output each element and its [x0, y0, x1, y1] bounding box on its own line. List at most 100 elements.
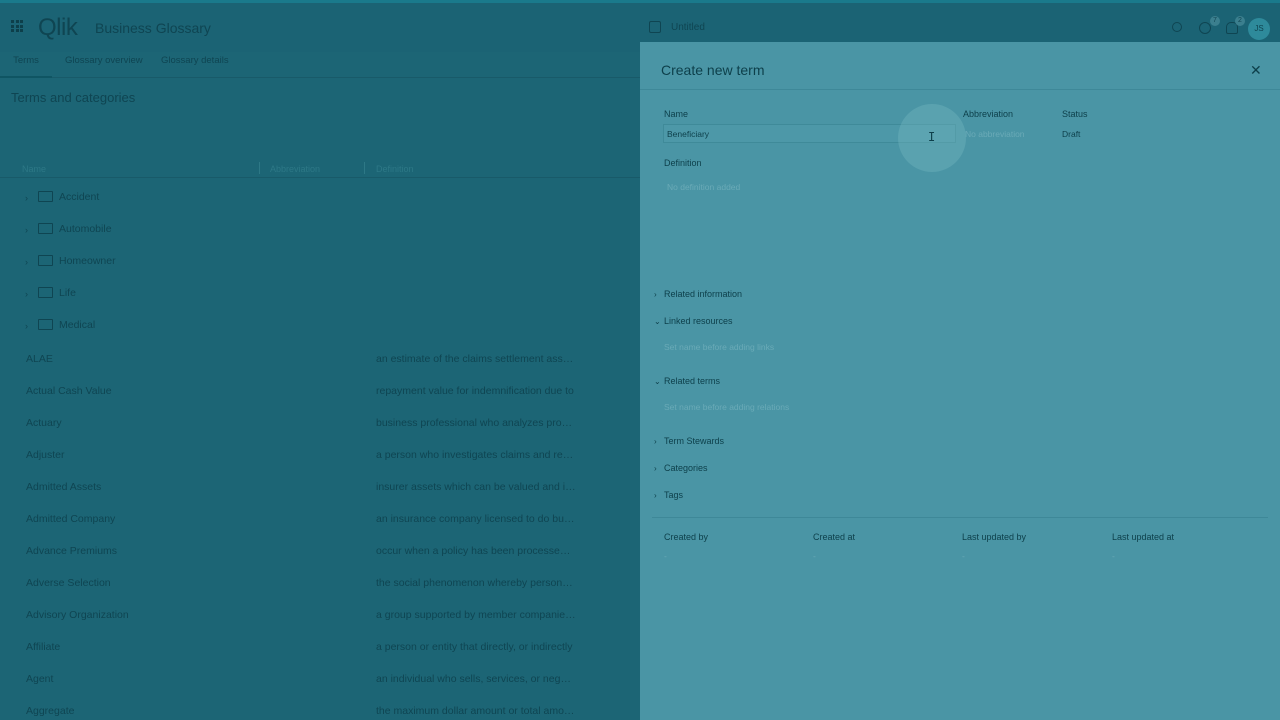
table-row[interactable]: Agent an individual who sells, services,…: [0, 664, 640, 696]
term-definition: occur when a policy has been processed, …: [376, 545, 576, 557]
term-definition: an estimate of the claims settlement ass…: [376, 353, 576, 365]
created-by-value: -: [664, 551, 667, 561]
column-resize-handle[interactable]: [259, 162, 260, 174]
linked-resources-hint: Set name before adding links: [664, 342, 775, 352]
folder-icon: [38, 287, 53, 298]
table-row[interactable]: Admitted Assets insurer assets which can…: [0, 472, 640, 504]
section-categories[interactable]: › Categories: [654, 463, 708, 473]
chevron-right-icon[interactable]: ›: [25, 321, 28, 331]
table-row[interactable]: ALAE an estimate of the claims settlemen…: [0, 344, 640, 376]
last-updated-at-label: Last updated at: [1112, 532, 1175, 542]
chevron-right-icon[interactable]: ›: [25, 225, 28, 235]
created-at-value: -: [813, 551, 816, 561]
section-term-stewards[interactable]: › Term Stewards: [654, 436, 724, 446]
last-updated-by-label: Last updated by: [962, 532, 1027, 542]
tab-terms[interactable]: Terms: [0, 52, 52, 78]
status-value[interactable]: Draft: [1062, 129, 1080, 139]
chevron-right-icon[interactable]: ›: [25, 193, 28, 203]
term-definition: a person or entity that directly, or ind…: [376, 641, 573, 653]
column-definition[interactable]: Definition: [376, 164, 414, 174]
category-name: Life: [59, 287, 76, 299]
category-name: Medical: [59, 319, 96, 331]
chevron-right-icon: ›: [654, 464, 657, 473]
chevron-right-icon[interactable]: ›: [25, 289, 28, 299]
section-linked-resources[interactable]: ⌄ Linked resources: [654, 316, 733, 326]
help-icon[interactable]: [1199, 22, 1211, 34]
created-at-label: Created at: [813, 532, 856, 542]
section-label: Categories: [664, 463, 708, 473]
category-row[interactable]: › Homeowner: [0, 246, 640, 278]
footer-divider: [652, 517, 1268, 518]
section-tags[interactable]: › Tags: [654, 490, 683, 500]
table-row[interactable]: Actuary business professional who analyz…: [0, 408, 640, 440]
text-cursor-icon: I: [928, 130, 936, 144]
chevron-down-icon: ⌄: [654, 377, 661, 386]
table-row[interactable]: Adverse Selection the social phenomenon …: [0, 568, 640, 600]
category-name: Automobile: [59, 223, 112, 235]
category-row[interactable]: › Medical: [0, 310, 640, 342]
term-name: Affiliate: [26, 641, 61, 653]
term-name: Advisory Organization: [26, 609, 129, 621]
search-icon[interactable]: [1172, 22, 1182, 32]
table-row[interactable]: Admitted Company an insurance company li…: [0, 504, 640, 536]
term-definition: insurer assets which can be valued and i…: [376, 481, 576, 493]
table-row[interactable]: Actual Cash Value repayment value for in…: [0, 376, 640, 408]
avatar[interactable]: JS: [1248, 18, 1270, 40]
term-definition: the social phenomenon whereby persons wh…: [376, 577, 576, 589]
term-definition: a person who investigates claims and rec…: [376, 449, 576, 461]
help-badge: 7: [1210, 16, 1220, 26]
table-row[interactable]: Adjuster a person who investigates claim…: [0, 440, 640, 472]
category-name: Homeowner: [59, 255, 116, 267]
related-terms-hint: Set name before adding relations: [664, 402, 790, 412]
panel-divider: [640, 89, 1280, 90]
folder-icon: [38, 191, 53, 202]
folder-icon: [38, 223, 53, 234]
term-name: Actual Cash Value: [26, 385, 112, 397]
table-row[interactable]: Affiliate a person or entity that direct…: [0, 632, 640, 664]
name-label: Name: [664, 109, 689, 119]
category-name: Accident: [59, 191, 100, 203]
folder-icon: [38, 319, 53, 330]
category-row[interactable]: › Accident: [0, 182, 640, 214]
close-icon[interactable]: ✕: [1250, 62, 1262, 79]
table-row[interactable]: Advisory Organization a group supported …: [0, 600, 640, 632]
table-header: Name Abbreviation Definition: [0, 160, 640, 178]
term-name: Advance Premiums: [26, 545, 118, 557]
term-name: ALAE: [26, 353, 53, 365]
last-updated-at-value: -: [1112, 551, 1115, 561]
section-label: Related information: [664, 289, 743, 299]
term-definition: an insurance company licensed to do busi…: [376, 513, 576, 525]
notifications-badge: 2: [1235, 16, 1245, 26]
term-definition: the maximum dollar amount or total amoun…: [376, 705, 576, 717]
qlik-logo[interactable]: Qlik: [38, 14, 78, 42]
term-name: Admitted Company: [26, 513, 116, 525]
term-definition: business professional who analyzes proba…: [376, 417, 576, 429]
section-label: Tags: [664, 490, 684, 500]
tab-glossary-overview[interactable]: Glossary overview: [65, 52, 143, 78]
definition-input[interactable]: No definition added: [667, 182, 740, 192]
column-name[interactable]: Name: [22, 164, 46, 174]
chevron-right-icon: ›: [654, 437, 657, 446]
app-launcher-icon[interactable]: [11, 20, 23, 32]
status-label: Status: [1062, 109, 1088, 119]
term-definition: a group supported by member companies th…: [376, 609, 576, 621]
section-related-information[interactable]: › Related information: [654, 289, 742, 299]
sheet-name[interactable]: Untitled: [671, 22, 705, 33]
create-term-panel: Create new term ✕ Name I Abbreviation No…: [640, 42, 1280, 720]
table-row[interactable]: Aggregate the maximum dollar amount or t…: [0, 696, 640, 720]
section-title: Terms and categories: [11, 90, 136, 105]
tab-glossary-details[interactable]: Glossary details: [161, 52, 229, 78]
section-related-terms[interactable]: ⌄ Related terms: [654, 376, 720, 386]
category-row[interactable]: › Life: [0, 278, 640, 310]
abbreviation-input[interactable]: No abbreviation: [965, 129, 1025, 139]
app-title: Business Glossary: [95, 20, 211, 36]
table-row[interactable]: Advance Premiums occur when a policy has…: [0, 536, 640, 568]
column-resize-handle[interactable]: [364, 162, 365, 174]
chevron-right-icon[interactable]: ›: [25, 257, 28, 267]
last-updated-by-value: -: [962, 551, 965, 561]
term-name: Adverse Selection: [26, 577, 111, 589]
category-row[interactable]: › Automobile: [0, 214, 640, 246]
tab-bar: Terms Glossary overview Glossary details: [0, 52, 640, 78]
panel-title: Create new term: [661, 62, 765, 78]
column-abbreviation[interactable]: Abbreviation: [270, 164, 320, 174]
